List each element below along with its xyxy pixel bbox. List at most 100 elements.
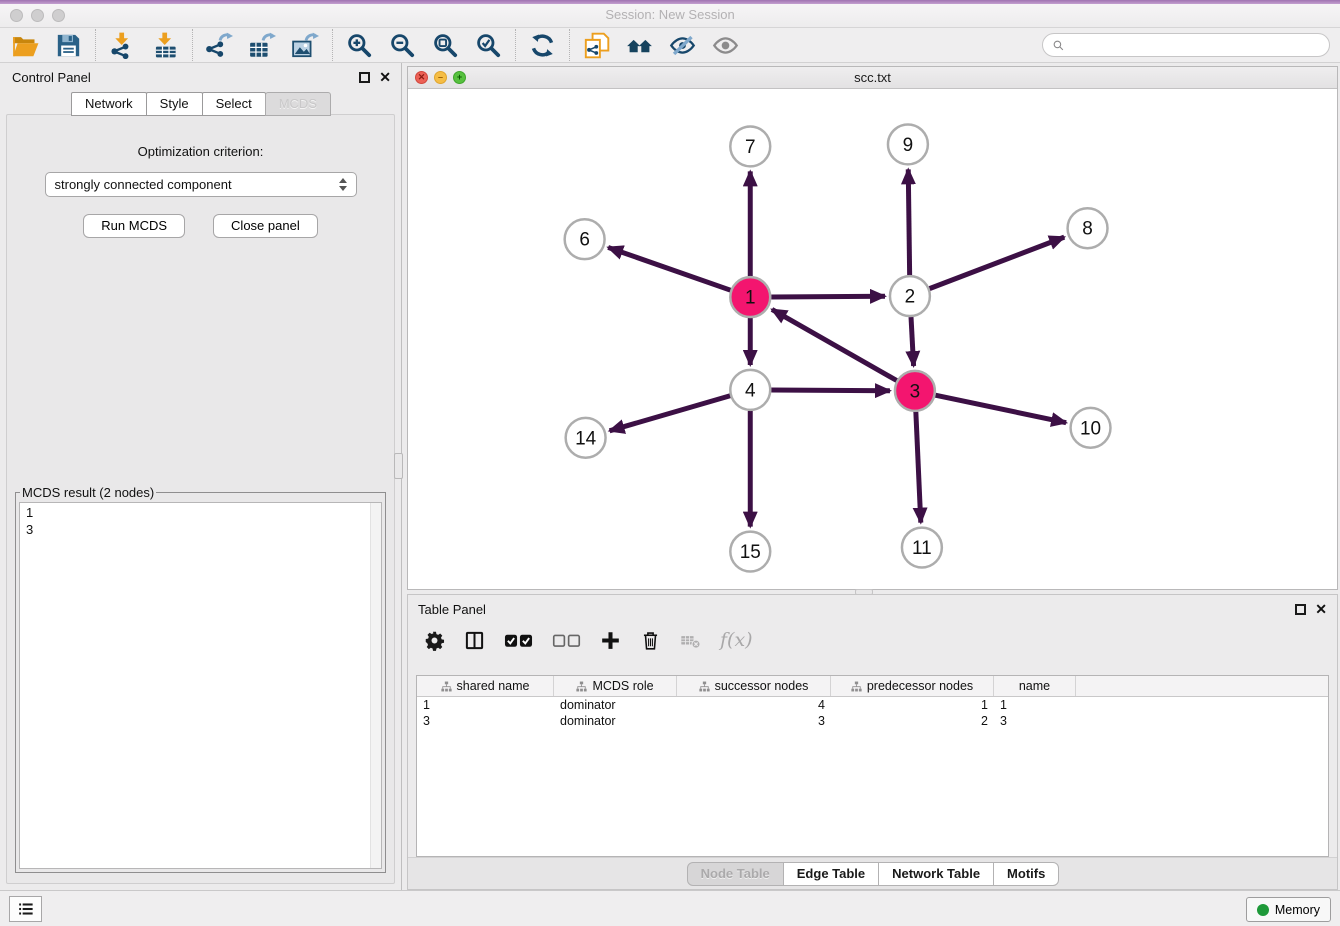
- network-canvas[interactable]: 7 9 6 8 1 2 4 3 14 10 15 11: [408, 89, 1337, 589]
- clone-network-button[interactable]: [583, 32, 610, 59]
- table-header-row: shared nameMCDS rolesuccessor nodesprede…: [417, 676, 1328, 697]
- attribute-type-icon: [699, 681, 710, 692]
- tab-style[interactable]: Style: [146, 92, 203, 116]
- export-image-button[interactable]: [292, 32, 319, 59]
- delete-entry-button[interactable]: [640, 630, 661, 651]
- optimization-criterion-select[interactable]: strongly connected component: [45, 172, 357, 197]
- graph-node-7[interactable]: 7: [730, 126, 770, 166]
- edge-2-to-3[interactable]: [911, 317, 914, 366]
- edge-4-to-14[interactable]: [610, 396, 731, 431]
- split-panel-icon: [464, 630, 485, 651]
- refresh-layout-button[interactable]: [529, 32, 556, 59]
- add-entry-button[interactable]: [600, 630, 621, 651]
- node-label: 10: [1080, 418, 1101, 439]
- search-input[interactable]: [1070, 37, 1320, 53]
- panel-splitter-grip[interactable]: [394, 453, 403, 479]
- edge-1-to-2[interactable]: [771, 296, 885, 297]
- zoom-selected-button[interactable]: [475, 32, 502, 59]
- edge-2-to-8[interactable]: [929, 237, 1064, 288]
- graph-node-1[interactable]: 1: [730, 277, 770, 317]
- control-panel-float-button[interactable]: [359, 72, 370, 83]
- zoom-in-button[interactable]: [346, 32, 373, 59]
- tab-mcds[interactable]: MCDS: [265, 92, 331, 116]
- tab-network-table[interactable]: Network Table: [878, 862, 994, 886]
- column-header-predecessor-nodes[interactable]: predecessor nodes: [831, 676, 994, 696]
- import-network-icon: [109, 32, 136, 59]
- table-row[interactable]: 3dominator323: [417, 713, 1328, 729]
- memory-button[interactable]: Memory: [1246, 897, 1331, 922]
- attribute-type-icon: [576, 681, 587, 692]
- control-panel-header: Control Panel ✕: [0, 63, 401, 87]
- tab-select[interactable]: Select: [202, 92, 266, 116]
- export-table-icon: [249, 32, 276, 59]
- node-label: 7: [745, 137, 756, 158]
- split-panel-button[interactable]: [464, 630, 485, 651]
- main-toolbar: [0, 28, 1340, 63]
- table-panel-float-button[interactable]: [1295, 604, 1306, 615]
- import-network-button[interactable]: [109, 32, 136, 59]
- graph-node-4[interactable]: 4: [730, 370, 770, 410]
- export-table-button[interactable]: [249, 32, 276, 59]
- function-icon: f(x): [720, 629, 753, 651]
- graph-node-9[interactable]: 9: [888, 124, 928, 164]
- graph-node-14[interactable]: 14: [566, 418, 606, 458]
- select-all-check-button[interactable]: [504, 630, 533, 651]
- edge-3-to-1[interactable]: [772, 309, 897, 380]
- edge-1-to-6[interactable]: [608, 247, 730, 290]
- graph-node-3[interactable]: 3: [895, 371, 935, 411]
- tab-node-table[interactable]: Node Table: [687, 862, 784, 886]
- table-cell: dominator: [554, 714, 677, 728]
- tab-network[interactable]: Network: [71, 92, 147, 116]
- table-row[interactable]: 1dominator411: [417, 697, 1328, 713]
- search-field[interactable]: [1042, 33, 1330, 57]
- column-header-name[interactable]: name: [994, 676, 1076, 696]
- graph-node-8[interactable]: 8: [1068, 208, 1108, 248]
- open-file-button[interactable]: [12, 32, 39, 59]
- zoom-selected-icon: [475, 32, 502, 59]
- hide-selected-button[interactable]: [669, 32, 696, 59]
- deselect-all-check-button[interactable]: [552, 630, 581, 651]
- go-home-button[interactable]: [626, 32, 653, 59]
- zoom-out-icon: [389, 32, 416, 59]
- control-panel-close-button[interactable]: ✕: [379, 72, 391, 83]
- zoom-out-button[interactable]: [389, 32, 416, 59]
- edge-4-to-3[interactable]: [771, 390, 890, 391]
- delete-entry-icon: [640, 630, 661, 651]
- control-panel-title: Control Panel: [12, 70, 359, 85]
- main-area: Control Panel ✕ NetworkStyleSelectMCDS O…: [0, 63, 1340, 890]
- save-session-button[interactable]: [55, 32, 82, 59]
- column-header-successor-nodes[interactable]: successor nodes: [677, 676, 831, 696]
- graph-node-2[interactable]: 2: [890, 276, 930, 316]
- add-entry-icon: [600, 630, 621, 651]
- task-history-button[interactable]: [9, 896, 42, 922]
- show-all-button[interactable]: [712, 32, 739, 59]
- node-label: 8: [1082, 219, 1093, 240]
- import-table-button[interactable]: [152, 32, 179, 59]
- edge-3-to-11[interactable]: [916, 412, 921, 523]
- close-panel-button[interactable]: Close panel: [213, 214, 318, 238]
- column-header-shared-name[interactable]: shared name: [417, 676, 554, 696]
- toolbar-group: [516, 32, 569, 59]
- mcds-result-box[interactable]: 13: [19, 502, 382, 869]
- column-header-MCDS-role[interactable]: MCDS role: [554, 676, 677, 696]
- graph-node-11[interactable]: 11: [902, 528, 942, 568]
- zoom-fit-button[interactable]: [432, 32, 459, 59]
- edge-3-to-10[interactable]: [935, 395, 1066, 422]
- edge-2-to-9[interactable]: [908, 169, 909, 275]
- function-button: f(x): [720, 629, 753, 651]
- graph-node-6[interactable]: 6: [565, 219, 605, 259]
- zoom-in-icon: [346, 32, 373, 59]
- settings-button[interactable]: [424, 630, 445, 651]
- network-window-titlebar: ✕ – + scc.txt: [408, 67, 1337, 89]
- table-panel-close-button[interactable]: ✕: [1315, 604, 1327, 615]
- mcds-result-fieldset: MCDS result (2 nodes) 13: [15, 485, 386, 873]
- settings-icon: [424, 630, 445, 651]
- graph-node-15[interactable]: 15: [730, 532, 770, 572]
- result-scrollbar[interactable]: [370, 503, 381, 868]
- export-network-button[interactable]: [206, 32, 233, 59]
- table-cell: 1: [994, 698, 1076, 712]
- tab-edge-table[interactable]: Edge Table: [783, 862, 879, 886]
- graph-node-10[interactable]: 10: [1071, 408, 1111, 448]
- tab-motifs[interactable]: Motifs: [993, 862, 1059, 886]
- run-mcds-button[interactable]: Run MCDS: [83, 214, 185, 238]
